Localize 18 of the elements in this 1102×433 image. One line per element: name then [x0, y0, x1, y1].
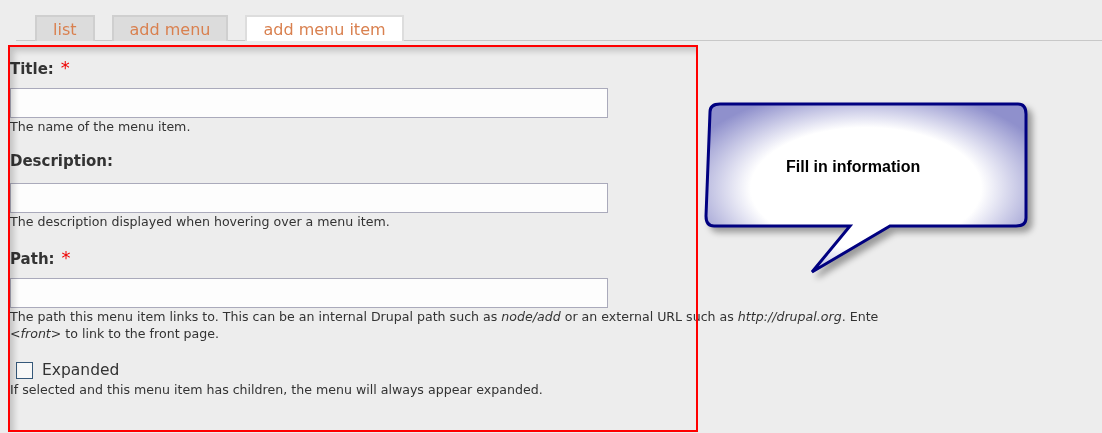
tab[interactable]: list — [35, 15, 95, 41]
checkbox-label[interactable]: Expanded — [42, 361, 120, 379]
input-field[interactable] — [10, 183, 608, 213]
field-label: Path: — [10, 250, 55, 268]
tab[interactable]: add menu item — [245, 15, 404, 41]
input-field[interactable] — [10, 278, 608, 308]
input-field[interactable] — [10, 88, 608, 118]
checkbox[interactable] — [16, 361, 33, 379]
field-label: Description: — [10, 152, 113, 170]
required-mark: * — [61, 247, 71, 268]
field-description: The name of the menu item. — [10, 119, 192, 135]
field-description: If selected and this menu item has children, the menu will always appear expanded. — [10, 382, 544, 398]
field-description: <front> to link to the front page. — [10, 326, 221, 342]
field-label: Title: — [10, 60, 54, 78]
field-description: The description displayed when hovering over a menu item. — [10, 214, 391, 230]
callout-text: Fill in information — [786, 158, 921, 176]
tab[interactable]: add menu — [111, 15, 229, 41]
required-mark: * — [60, 57, 70, 78]
